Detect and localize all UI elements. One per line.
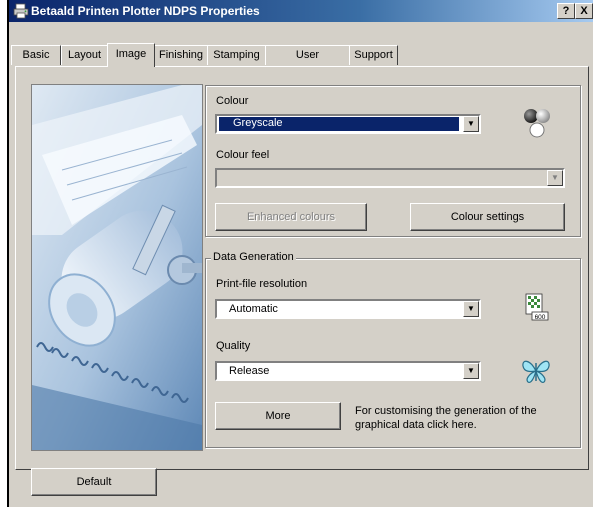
- close-button[interactable]: X: [575, 3, 593, 19]
- enhanced-colours-button[interactable]: Enhanced colours: [215, 203, 367, 231]
- more-button[interactable]: More: [215, 402, 341, 430]
- tab-stamping[interactable]: Stamping: [207, 45, 266, 65]
- colour-select-value: Greyscale: [219, 117, 459, 131]
- resolution-icon-text: 600: [535, 314, 546, 321]
- tab-support[interactable]: Support: [349, 45, 398, 65]
- resolution-label: Print-file resolution: [216, 278, 308, 290]
- colour-feel-label: Colour feel: [216, 149, 270, 161]
- more-description: For customising the generation of the gr…: [355, 405, 537, 431]
- tab-image[interactable]: Image: [107, 43, 155, 67]
- chevron-down-icon[interactable]: ▼: [463, 116, 479, 132]
- tab-basic[interactable]: Basic: [11, 45, 61, 65]
- quality-select[interactable]: Release ▼: [215, 361, 481, 381]
- properties-window: Betaald Printen Plotter NDPS Properties …: [9, 0, 593, 507]
- left-edge: [0, 0, 9, 507]
- colour-settings-button[interactable]: Colour settings: [410, 203, 565, 231]
- default-button[interactable]: Default: [31, 468, 157, 496]
- data-generation-legend: Data Generation: [211, 251, 296, 263]
- colour-select[interactable]: Greyscale ▼: [215, 114, 481, 134]
- tab-layout[interactable]: Layout: [61, 45, 108, 65]
- quality-label: Quality: [216, 340, 251, 352]
- chevron-down-icon[interactable]: ▼: [463, 363, 479, 379]
- colour-label: Colour: [216, 95, 249, 107]
- printer-app-icon: [13, 3, 29, 19]
- tab-finishing[interactable]: Finishing: [154, 45, 208, 65]
- resolution-select-value: Automatic: [229, 303, 278, 315]
- tab-user-preferences[interactable]: User Preferences: [265, 45, 350, 80]
- butterfly-icon: [522, 360, 550, 383]
- tab-strip: Basic Layout Image Finishing Stamping Us…: [9, 43, 593, 80]
- quality-select-value: Release: [229, 365, 270, 377]
- resolution-select[interactable]: Automatic ▼: [215, 299, 481, 319]
- blueprint-illustration: [31, 84, 203, 451]
- colour-feel-select[interactable]: ▼: [215, 168, 565, 188]
- chevron-down-icon[interactable]: ▼: [463, 301, 479, 317]
- title-bar[interactable]: Betaald Printen Plotter NDPS Properties …: [9, 0, 593, 22]
- resolution-600-icon: 600: [525, 293, 549, 321]
- colour-circles-icon: [524, 109, 550, 138]
- chevron-down-icon[interactable]: ▼: [547, 170, 563, 186]
- help-button[interactable]: ?: [557, 3, 575, 19]
- window-title: Betaald Printen Plotter NDPS Properties: [31, 4, 260, 18]
